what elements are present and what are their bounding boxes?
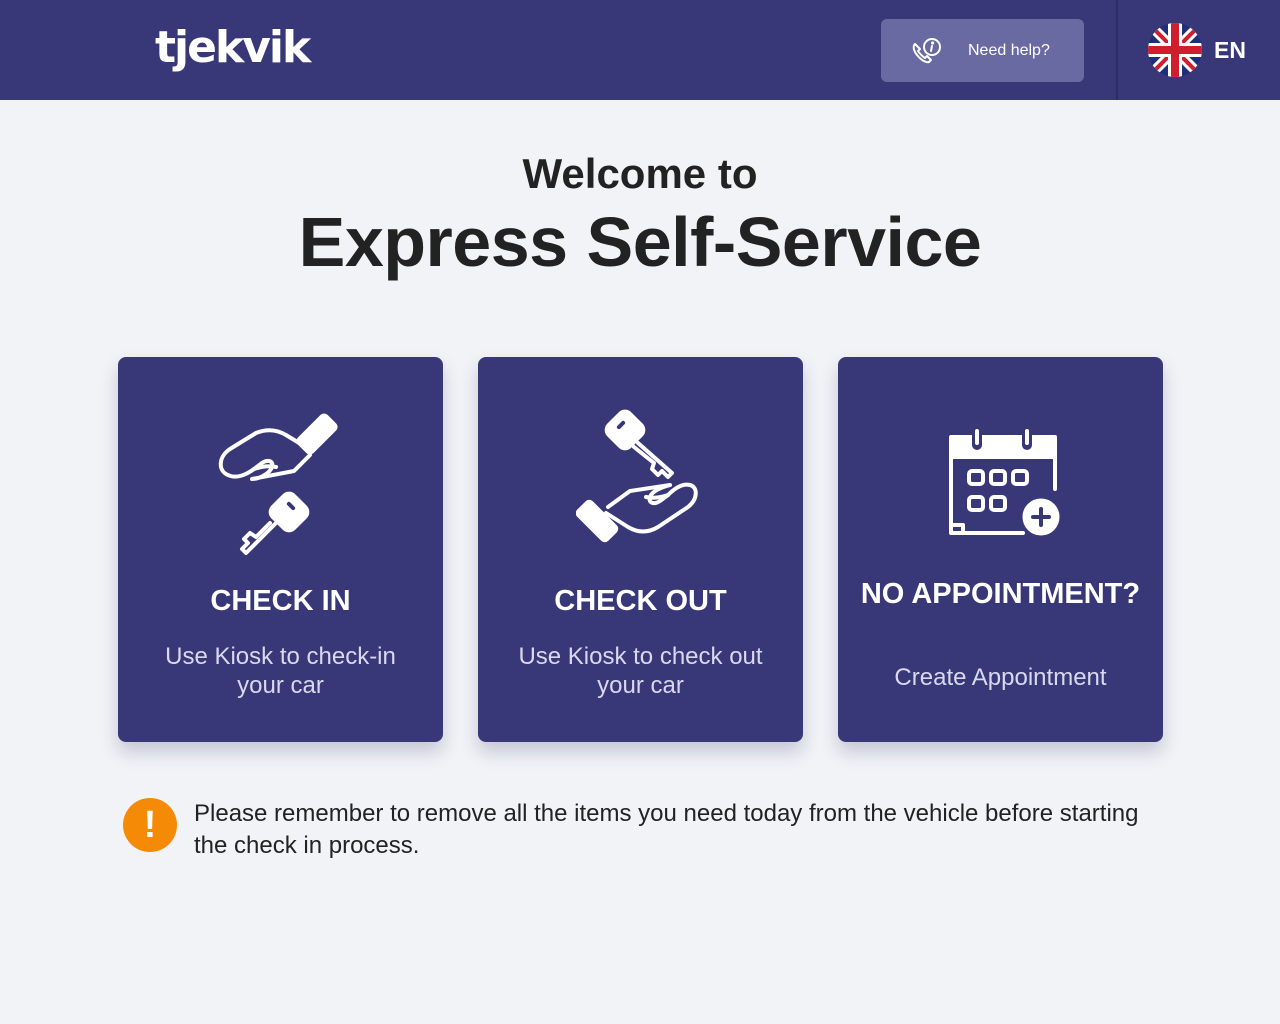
vehicle-items-notice: ! Please remember to remove all the item… xyxy=(123,798,1163,868)
page-title: Express Self-Service xyxy=(298,203,982,281)
check-out-card[interactable]: CHECK OUT Use Kiosk to check out your ca… xyxy=(478,357,803,742)
check-out-title: CHECK OUT xyxy=(554,585,727,617)
no-appointment-title: NO APPOINTMENT? xyxy=(860,578,1141,610)
create-appointment-subtitle: Create Appointment xyxy=(894,664,1107,691)
header-divider xyxy=(1116,0,1118,100)
top-header: tjekvik Need help? EN xyxy=(0,0,1280,100)
calendar-add-icon xyxy=(948,429,1061,539)
no-appointment-card[interactable]: NO APPOINTMENT? Create Appointment xyxy=(838,357,1163,742)
check-in-subtitle: Use Kiosk to check-in your car xyxy=(165,643,396,699)
warning-icon: ! xyxy=(123,798,177,852)
uk-flag-icon xyxy=(1148,23,1202,77)
key-hand-icon xyxy=(575,409,698,543)
check-in-card[interactable]: CHECK IN Use Kiosk to check-in your car xyxy=(118,357,443,742)
welcome-text: Welcome to xyxy=(522,150,758,197)
check-in-title: CHECK IN xyxy=(210,585,351,617)
phone-info-icon xyxy=(912,38,941,64)
need-help-button[interactable]: Need help? xyxy=(881,19,1084,82)
tjekvik-logo: tjekvik xyxy=(155,22,311,73)
check-out-subtitle: Use Kiosk to check out your car xyxy=(518,643,763,699)
hand-key-icon xyxy=(218,413,338,555)
language-code: EN xyxy=(1214,36,1246,63)
notice-text: Please remember to remove all the items … xyxy=(194,800,1139,859)
language-selector[interactable]: EN xyxy=(1148,22,1258,78)
need-help-label: Need help? xyxy=(968,42,1050,59)
